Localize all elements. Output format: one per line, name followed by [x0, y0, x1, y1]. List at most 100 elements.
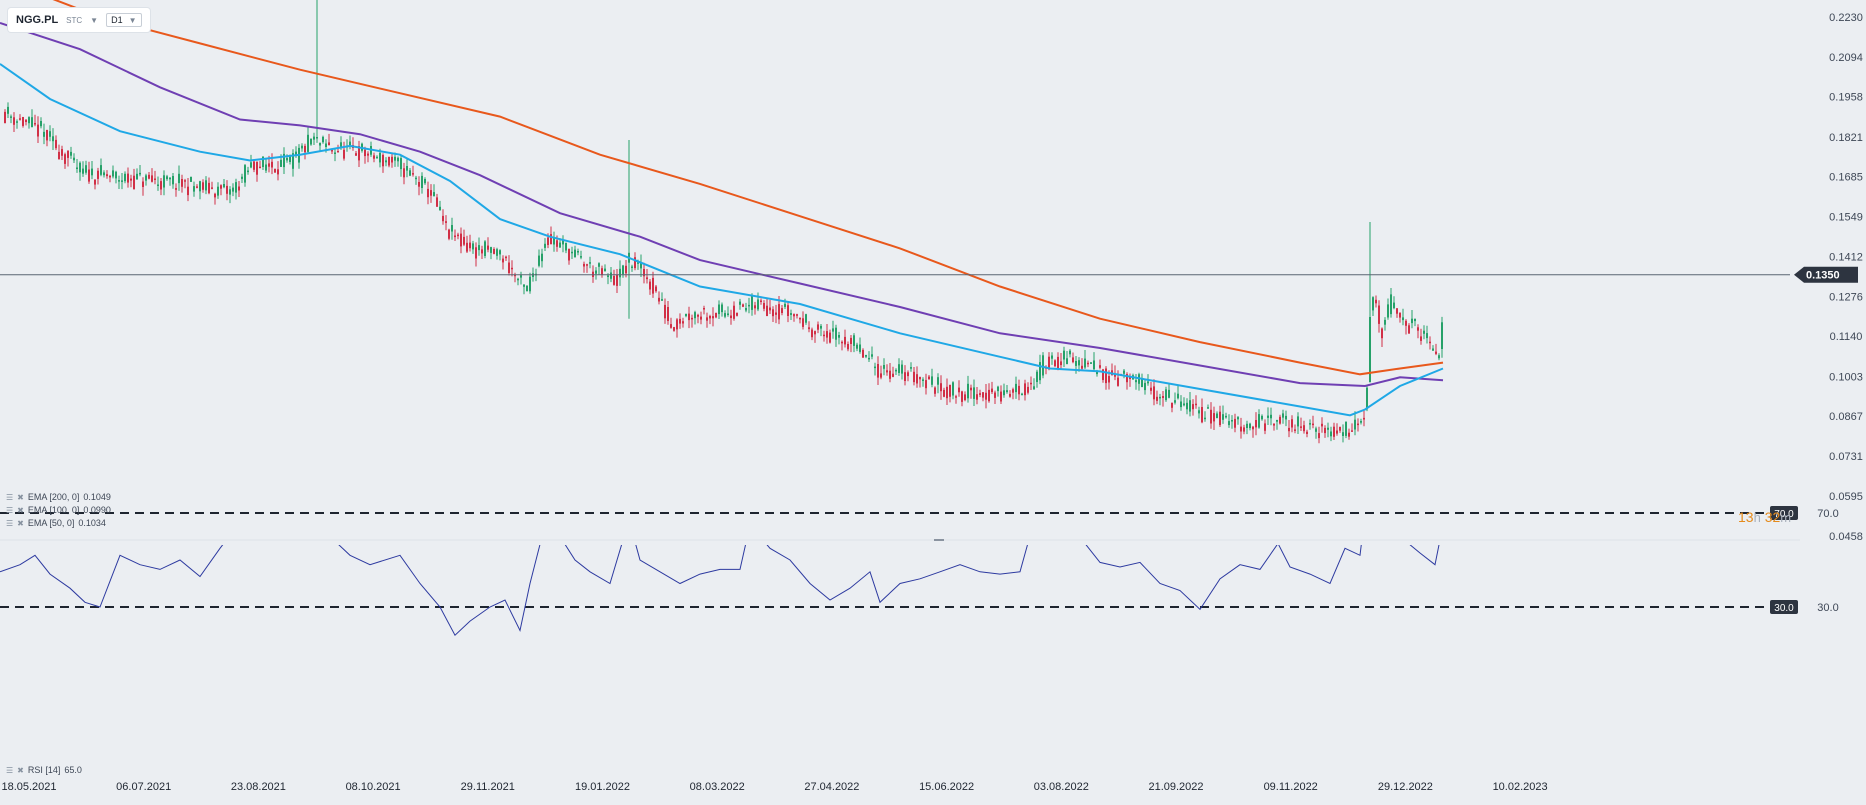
candle: [1417, 324, 1419, 339]
candle: [433, 184, 435, 197]
legend-ema-50[interactable]: ☰ ✖ EMA [50, 0] 0.1034: [6, 518, 106, 528]
legend-rsi[interactable]: ☰ ✖ RSI [14] 65.0: [6, 765, 82, 775]
candle: [1333, 422, 1335, 440]
candle: [1423, 325, 1425, 340]
time-axis[interactable]: 18.05.2021 06.07.2021 23.08.2021 08.10.2021…: [1, 781, 1547, 793]
candle: [73, 153, 75, 163]
candle: [190, 176, 192, 182]
candle: [217, 182, 219, 199]
candle: [1312, 415, 1314, 429]
candle: [1255, 412, 1257, 436]
candle: [397, 156, 399, 167]
time-tick-label: 27.04.2022: [804, 781, 859, 793]
candle: [550, 226, 552, 245]
candle: [1258, 409, 1260, 429]
candle: [475, 242, 477, 267]
chevron-down-icon: ▼: [128, 15, 137, 25]
candle: [106, 170, 108, 179]
candle: [1099, 359, 1101, 370]
close-icon[interactable]: ✖: [17, 493, 24, 502]
candle: [685, 313, 687, 318]
close-icon[interactable]: ✖: [17, 506, 24, 515]
settings-icon[interactable]: ☰: [6, 506, 13, 515]
candle: [1426, 325, 1428, 344]
symbol-name[interactable]: NGG.PL: [16, 14, 58, 26]
candle: [283, 147, 285, 174]
candle: [70, 146, 72, 159]
candle: [1156, 390, 1158, 405]
price-tick-label: 0.1003: [1829, 371, 1863, 383]
candle: [454, 229, 456, 241]
candle: [994, 390, 996, 404]
ema-200-line: [52, 0, 1444, 376]
chart-canvas[interactable]: 0.2230 0.2094 0.1958 0.1821 0.1685 0.1549 0.14…: [0, 0, 1866, 805]
candle: [205, 176, 207, 195]
settings-icon[interactable]: ☰: [6, 766, 13, 775]
candle: [1279, 414, 1281, 425]
rsi-value: 65.0: [64, 765, 82, 775]
candle: [109, 174, 111, 183]
candle: [1180, 395, 1182, 411]
candle: [769, 299, 771, 314]
chevron-down-icon[interactable]: ▼: [90, 16, 98, 25]
close-icon[interactable]: ✖: [17, 766, 24, 775]
legend-ema-100[interactable]: ☰ ✖ EMA [100, 0] 0.0990: [6, 505, 111, 515]
candle: [46, 129, 48, 147]
price-tick-label: 0.0458: [1829, 531, 1863, 543]
settings-icon[interactable]: ☰: [6, 493, 13, 502]
candle: [430, 184, 432, 203]
candle: [811, 327, 813, 341]
candle: [913, 367, 915, 386]
ema-200-value: 0.1049: [83, 492, 111, 502]
candle: [805, 313, 807, 325]
candle: [622, 264, 624, 278]
candle: [943, 387, 945, 398]
timeframe-select[interactable]: D1 ▼: [106, 13, 142, 27]
candle: [1129, 373, 1131, 387]
candle: [682, 317, 684, 328]
candle: [892, 366, 894, 378]
candle: [490, 246, 492, 260]
candle: [652, 271, 654, 298]
candle: [184, 178, 186, 189]
candle: [97, 167, 99, 185]
candle: [421, 172, 423, 194]
price-tick-label: 0.1276: [1829, 291, 1863, 303]
candle: [985, 384, 987, 409]
candle: [718, 300, 720, 319]
candle: [169, 177, 171, 186]
candle: [802, 311, 804, 330]
candle: [1138, 372, 1140, 391]
time-tick-label: 23.08.2021: [231, 781, 286, 793]
candle: [1267, 407, 1269, 425]
candle: [931, 368, 933, 388]
candle: [790, 309, 792, 320]
candle: [1222, 405, 1224, 424]
candle: [1345, 421, 1347, 439]
candle: [133, 168, 135, 190]
candle: [862, 348, 864, 358]
legend-ema-200[interactable]: ☰ ✖ EMA [200, 0] 0.1049: [6, 492, 111, 502]
timeframe-value: D1: [111, 15, 123, 25]
candle: [1204, 411, 1206, 422]
candle: [292, 149, 294, 177]
candle: [145, 173, 147, 186]
candle: [772, 306, 774, 322]
countdown-minutes: 32: [1764, 509, 1781, 525]
candle: [22, 116, 24, 128]
candle: [1084, 350, 1086, 369]
time-tick-label: 03.08.2022: [1034, 781, 1089, 793]
candle: [1246, 420, 1248, 435]
candle: [1060, 353, 1062, 369]
candle: [1273, 423, 1275, 431]
candle: [1402, 308, 1404, 326]
settings-icon[interactable]: ☰: [6, 519, 13, 528]
price-tick-label: 0.1140: [1830, 331, 1863, 343]
close-icon[interactable]: ✖: [17, 519, 24, 528]
candle: [487, 237, 489, 253]
candle: [220, 184, 222, 196]
candle: [499, 249, 501, 261]
candle: [901, 360, 903, 380]
candle: [592, 265, 594, 283]
candle: [493, 247, 495, 255]
